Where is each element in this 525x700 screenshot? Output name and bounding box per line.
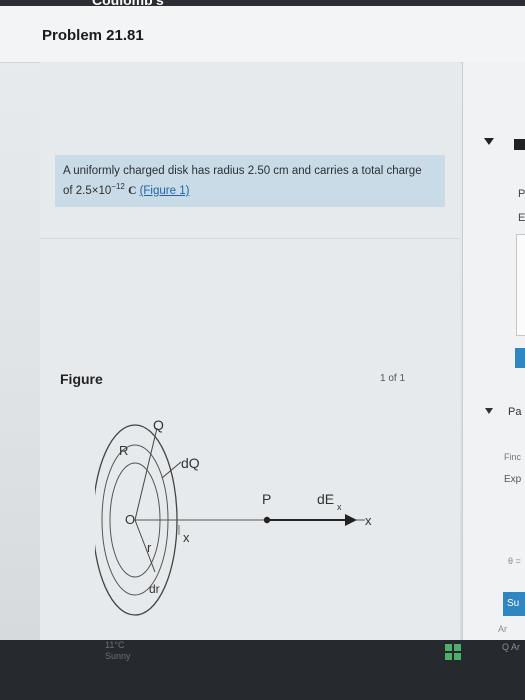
point-P-dot	[263, 516, 271, 524]
collapse-triangle-icon[interactable]	[484, 138, 494, 145]
label-x-distance: x	[183, 530, 190, 545]
right-text-e: E	[518, 212, 525, 224]
label-dQ: dQ	[181, 455, 200, 471]
request-answer-link[interactable]: Ar	[498, 624, 507, 634]
windows-start-icon[interactable]	[445, 644, 461, 660]
problem-title: Problem 21.81	[42, 27, 144, 44]
label-x-axis: x	[365, 513, 372, 528]
find-text: Finc	[504, 452, 522, 462]
course-label: Coulomb's	[92, 0, 164, 8]
label-R: R	[119, 443, 128, 458]
theta-field[interactable]: θ =	[508, 556, 521, 566]
header-strip	[0, 0, 525, 6]
hint-tab[interactable]	[515, 348, 525, 368]
intro-unit: C	[128, 184, 137, 197]
intro-line1: A uniformly charged disk has radius 2.50…	[63, 165, 422, 177]
radius-r-line	[134, 519, 156, 573]
right-text-p: P	[518, 188, 525, 200]
problem-intro-box: A uniformly charged disk has radius 2.50…	[55, 155, 445, 207]
label-dr: dr	[149, 582, 160, 596]
submit-button[interactable]: Su	[503, 592, 525, 616]
label-P: P	[262, 491, 271, 507]
label-O: O	[125, 512, 135, 527]
part-label: Pa	[508, 406, 522, 418]
intro-line2: of 2.5×10	[63, 184, 112, 197]
label-Q: Q	[153, 417, 164, 433]
label-dEx: dE	[317, 491, 334, 507]
toolbar-square-icon[interactable]	[514, 139, 525, 150]
section-divider	[40, 238, 460, 239]
weather-widget[interactable]: 11°C Sunny	[105, 640, 131, 662]
screen: Coulomb's Problem 21.81 A uniformly char…	[0, 0, 525, 640]
intro-exponent: −12	[111, 182, 125, 191]
radius-R-line	[134, 427, 158, 521]
figure-label: Figure	[60, 371, 103, 387]
part-toggle-icon[interactable]	[485, 408, 493, 414]
dEx-arrowhead	[345, 514, 357, 526]
temperature: 11°C	[105, 640, 125, 650]
problem-intro-text: A uniformly charged disk has radius 2.50…	[63, 164, 441, 199]
figure-link[interactable]: (Figure 1)	[140, 185, 190, 197]
label-dEx-subscript: x	[337, 502, 342, 512]
disk-figure: Q R dQ O r dr x P dE x x	[95, 417, 372, 616]
figure-count: 1 of 1	[380, 373, 406, 384]
label-r: r	[147, 540, 152, 555]
dq-leader-line	[161, 461, 182, 479]
taskbar: 11°C Sunny Q Ar	[0, 640, 525, 700]
express-text: Exp	[504, 474, 522, 485]
weather-status: Sunny	[105, 651, 131, 661]
answer-box[interactable]	[516, 234, 525, 336]
taskbar-search[interactable]: Q Ar	[502, 642, 520, 652]
